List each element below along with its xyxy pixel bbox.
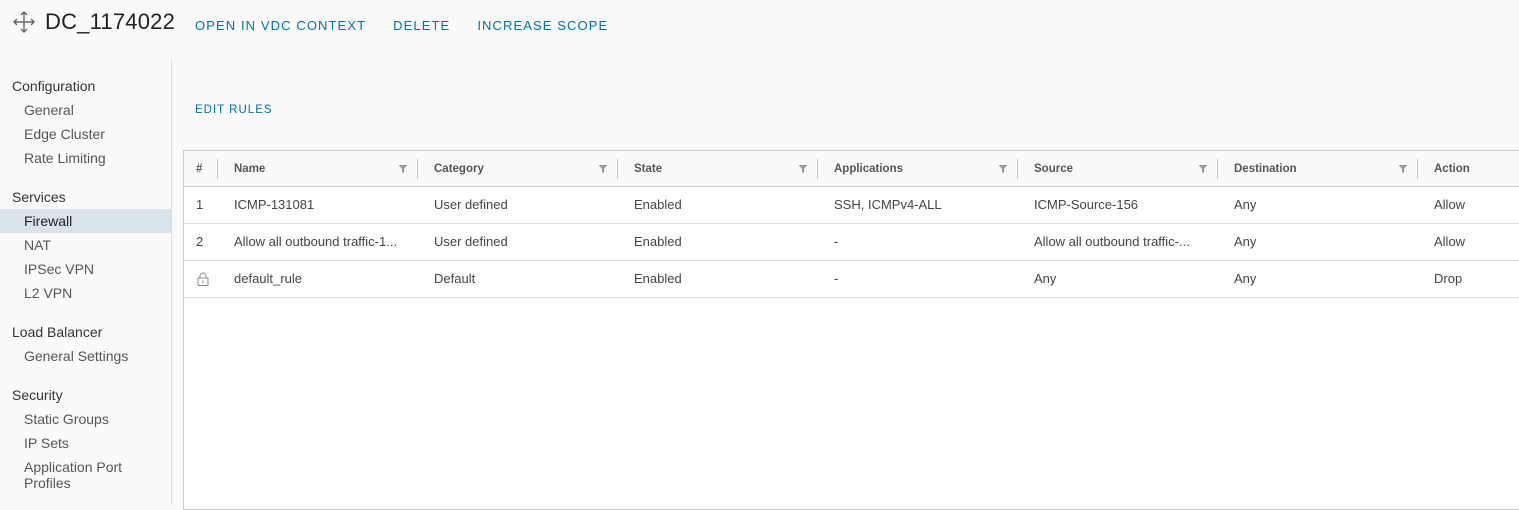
filter-icon[interactable] <box>398 164 408 174</box>
sidebar-item-nat[interactable]: NAT <box>0 237 171 253</box>
rule-action: Allow <box>1434 234 1466 249</box>
table-row[interactable]: 2 Allow all outbound traffic-1... User d… <box>184 224 1519 261</box>
rule-applications: - <box>834 271 839 286</box>
page-header: DC_1174022 OPEN IN VDC CONTEXT DELETE IN… <box>0 0 1519 48</box>
filter-icon[interactable] <box>998 164 1008 174</box>
firewall-rules-table: # Name Category State Applications Sourc… <box>183 150 1519 510</box>
column-header-name[interactable]: Name <box>234 151 265 187</box>
open-in-vdc-context-button[interactable]: OPEN IN VDC CONTEXT <box>195 18 366 33</box>
rule-name: ICMP-131081 <box>234 197 315 212</box>
rule-name: default_rule <box>234 271 302 286</box>
column-separator[interactable] <box>617 159 618 179</box>
sidebar-item-firewall[interactable]: Firewall <box>0 209 171 233</box>
sidebar-item-general-settings[interactable]: General Settings <box>0 348 171 364</box>
column-separator[interactable] <box>1417 159 1418 179</box>
rule-name: Allow all outbound traffic-1... <box>234 234 398 249</box>
page-title: DC_1174022 <box>45 9 176 34</box>
sidebar-item-ipsec-vpn[interactable]: IPSec VPN <box>0 261 171 277</box>
rule-state: Enabled <box>634 234 682 249</box>
rule-source: Allow all outbound traffic-... <box>1034 234 1190 249</box>
rule-state: Enabled <box>634 197 682 212</box>
rule-destination: Any <box>1234 197 1257 212</box>
edge-gateway-icon <box>13 11 35 33</box>
sidebar-section-configuration: Configuration <box>12 78 96 94</box>
column-header-source[interactable]: Source <box>1034 151 1073 187</box>
edit-rules-button[interactable]: EDIT RULES <box>195 104 273 116</box>
sidebar-section-load-balancer: Load Balancer <box>12 324 103 340</box>
table-header: # Name Category State Applications Sourc… <box>184 151 1519 187</box>
column-separator[interactable] <box>1217 159 1218 179</box>
column-header-destination[interactable]: Destination <box>1234 151 1297 187</box>
sidebar-item-ip-sets[interactable]: IP Sets <box>0 435 171 451</box>
rule-source: ICMP-Source-156 <box>1034 197 1139 212</box>
sidebar-section-services: Services <box>12 189 66 205</box>
filter-icon[interactable] <box>1398 164 1408 174</box>
filter-icon[interactable] <box>598 164 608 174</box>
rule-category: User defined <box>434 234 508 249</box>
sidebar-item-l2-vpn[interactable]: L2 VPN <box>0 285 171 301</box>
column-header-action[interactable]: Action <box>1434 151 1470 187</box>
column-header-category[interactable]: Category <box>434 151 484 187</box>
rule-state: Enabled <box>634 271 682 286</box>
rule-category: User defined <box>434 197 508 212</box>
delete-button[interactable]: DELETE <box>393 18 450 33</box>
sidebar-item-rate-limiting[interactable]: Rate Limiting <box>0 150 171 166</box>
rule-destination: Any <box>1234 271 1257 286</box>
rule-category: Default <box>434 271 476 286</box>
column-header-state[interactable]: State <box>634 151 662 187</box>
column-separator[interactable] <box>417 159 418 179</box>
rule-action: Drop <box>1434 271 1463 286</box>
main-content: EDIT RULES # Name Category State Applica… <box>172 59 1519 510</box>
column-separator[interactable] <box>1017 159 1018 179</box>
sidebar-item-label: Application Port <box>24 459 123 475</box>
rule-number: 2 <box>196 234 204 249</box>
rule-source: Any <box>1034 271 1057 286</box>
sidebar-item-label: Profiles <box>24 475 71 491</box>
table-row[interactable]: default_rule Default Enabled - Any Any D… <box>184 261 1519 298</box>
column-separator[interactable] <box>817 159 818 179</box>
sidebar-item-application-port-profiles[interactable]: Application Port Profiles <box>0 459 171 491</box>
sidebar: Configuration General Edge Cluster Rate … <box>0 59 172 505</box>
rule-applications: - <box>834 234 839 249</box>
rule-number: 1 <box>196 197 204 212</box>
sidebar-item-general[interactable]: General <box>0 102 171 118</box>
column-header-number: # <box>196 163 203 175</box>
increase-scope-button[interactable]: INCREASE SCOPE <box>477 18 608 33</box>
header-actions: OPEN IN VDC CONTEXT DELETE INCREASE SCOP… <box>195 18 635 33</box>
rule-destination: Any <box>1234 234 1257 249</box>
sidebar-item-edge-cluster[interactable]: Edge Cluster <box>0 126 171 142</box>
rule-applications: SSH, ICMPv4-ALL <box>834 197 942 212</box>
filter-icon[interactable] <box>798 164 808 174</box>
rule-action: Allow <box>1434 197 1466 212</box>
column-separator[interactable] <box>217 159 218 179</box>
table-row[interactable]: 1 ICMP-131081 User defined Enabled SSH, … <box>184 187 1519 224</box>
filter-icon[interactable] <box>1198 164 1208 174</box>
lock-icon <box>197 272 209 286</box>
sidebar-item-static-groups[interactable]: Static Groups <box>0 411 171 427</box>
sidebar-section-security: Security <box>12 387 63 403</box>
column-header-applications[interactable]: Applications <box>834 151 903 187</box>
